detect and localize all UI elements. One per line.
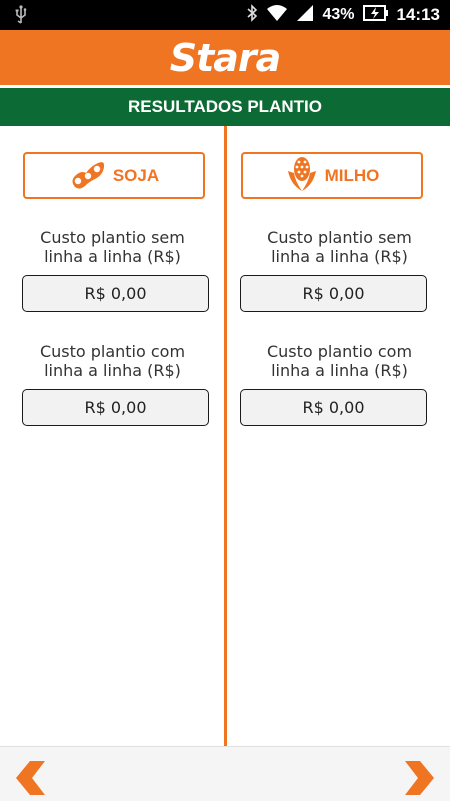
bottom-navigation [0,746,450,801]
soja-custo-com-field[interactable]: R$ 0,00 [22,389,209,426]
chevron-left-icon[interactable] [14,761,46,799]
custo-sem-label: Custo plantio sem linha a linha (R$) [267,228,412,266]
signal-icon [296,4,314,26]
corn-icon [285,155,319,197]
page-title: RESULTADOS PLANTIO [128,97,322,116]
milho-custo-sem-field[interactable]: R$ 0,00 [240,275,427,312]
page-title-bar: RESULTADOS PLANTIO [0,88,450,126]
custo-com-label: Custo plantio com linha a linha (R$) [266,342,413,380]
wifi-icon [266,4,288,26]
clock: 14:13 [396,5,440,24]
milho-button[interactable]: MILHO [241,152,423,199]
milho-custo-com-field[interactable]: R$ 0,00 [240,389,427,426]
stara-logo: Stara [169,36,282,80]
usb-icon [14,5,28,29]
milho-label: MILHO [324,165,380,185]
soja-column: SOJA Custo plantio sem linha a linha (R$… [0,126,225,746]
soja-custo-sem-field[interactable]: R$ 0,00 [22,275,209,312]
milho-column: MILHO Custo plantio sem linha a linha (R… [227,126,450,746]
battery-charging-icon [362,4,389,26]
status-bar: 43% 14:13 [0,0,450,30]
soybean-icon [69,157,107,195]
bluetooth-icon [246,4,258,26]
chevron-right-icon[interactable] [404,761,436,799]
battery-percent: 43% [322,6,355,23]
custo-sem-label: Custo plantio sem linha a linha (R$) [40,228,185,266]
brand-header: Stara [0,30,450,85]
custo-com-label: Custo plantio com linha a linha (R$) [39,342,186,380]
soja-label: SOJA [112,165,160,185]
soja-button[interactable]: SOJA [23,152,205,199]
